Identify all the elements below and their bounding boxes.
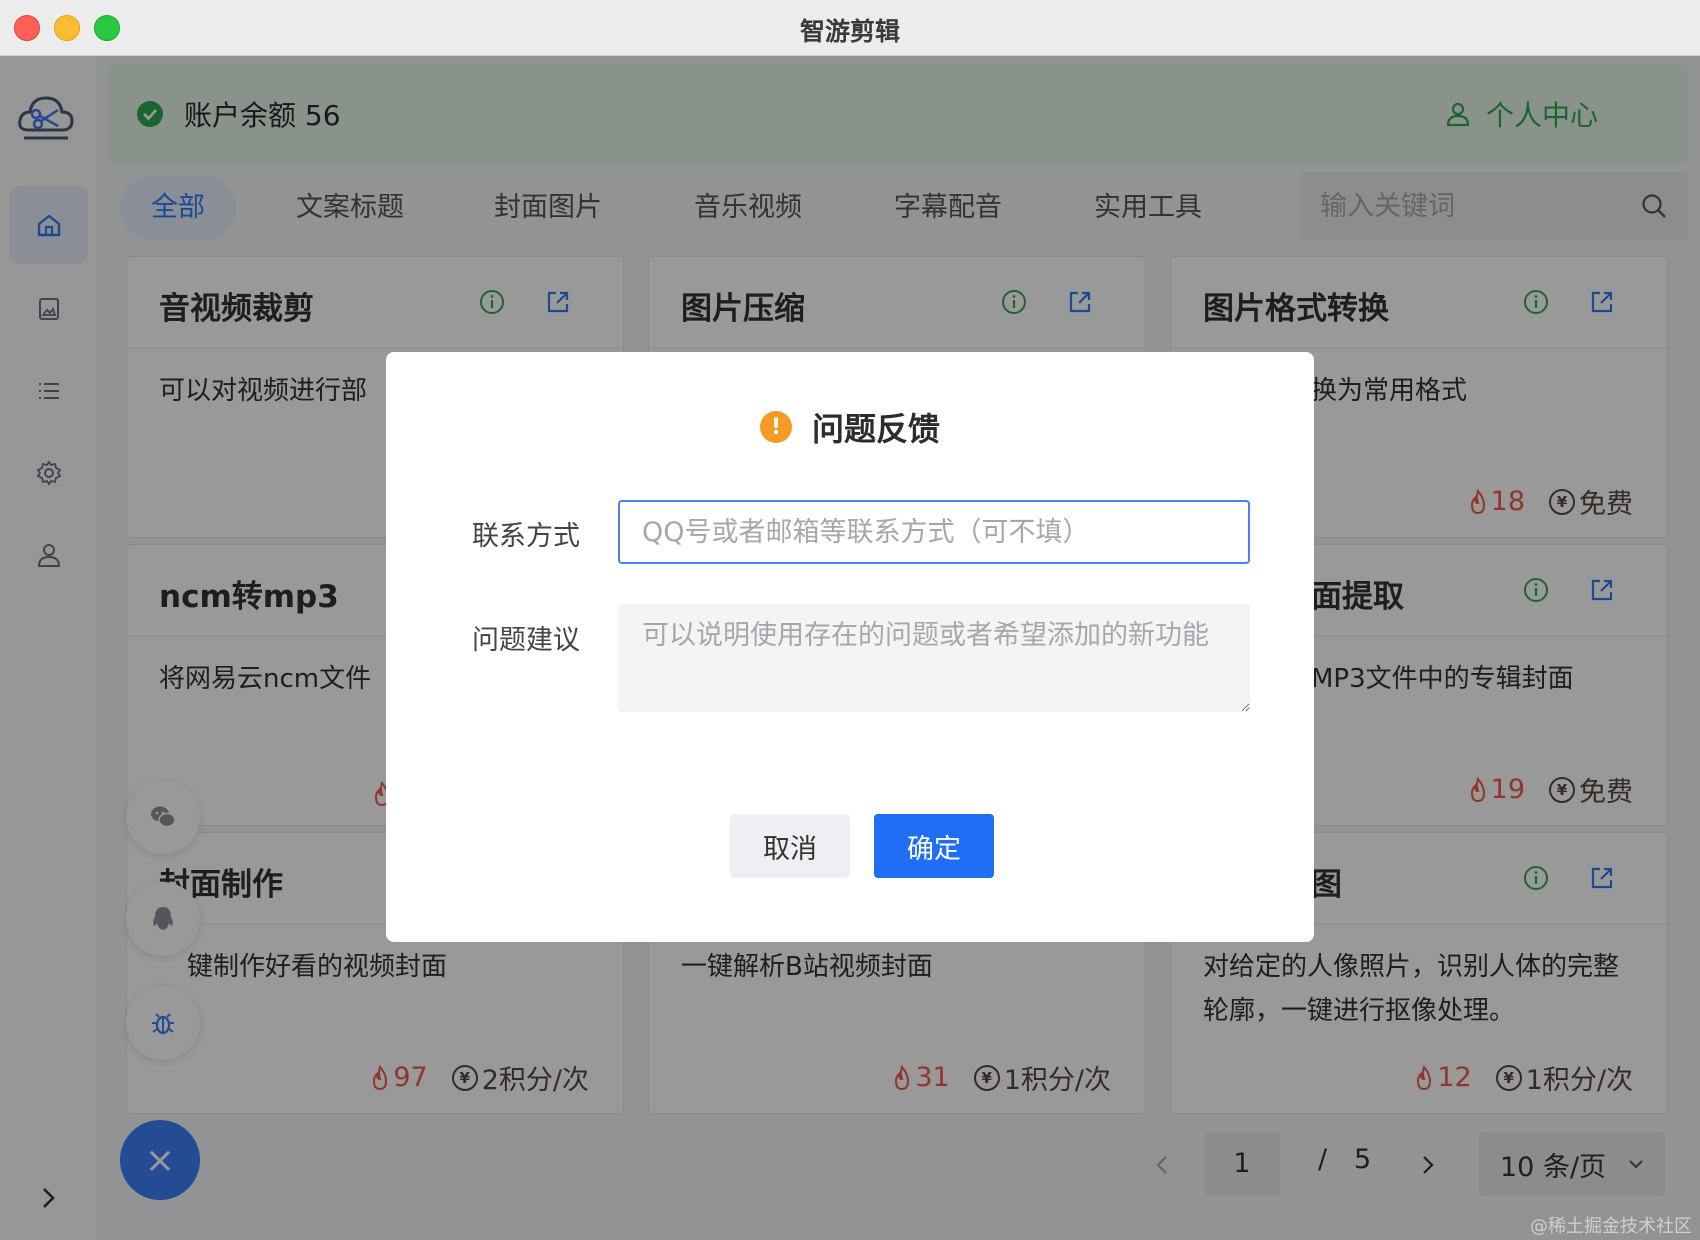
- window-title: 智游剪辑: [799, 17, 900, 46]
- suggestion-label: 问题建议: [472, 625, 580, 656]
- contact-label: 联系方式: [472, 521, 580, 552]
- dialog-header: ! 问题反馈: [386, 404, 1314, 450]
- contact-input[interactable]: [618, 500, 1250, 564]
- suggestion-textarea[interactable]: [618, 604, 1250, 712]
- cancel-button[interactable]: 取消: [730, 814, 850, 878]
- feedback-dialog: ! 问题反馈 联系方式 问题建议 取消 确定: [386, 352, 1314, 942]
- watermark: @稀土掘金技术社区: [1530, 1216, 1692, 1237]
- warning-icon: !: [759, 411, 792, 443]
- window-titlebar: 智游剪辑: [0, 0, 1700, 56]
- confirm-button[interactable]: 确定: [874, 814, 994, 878]
- dialog-title: 问题反馈: [811, 410, 940, 448]
